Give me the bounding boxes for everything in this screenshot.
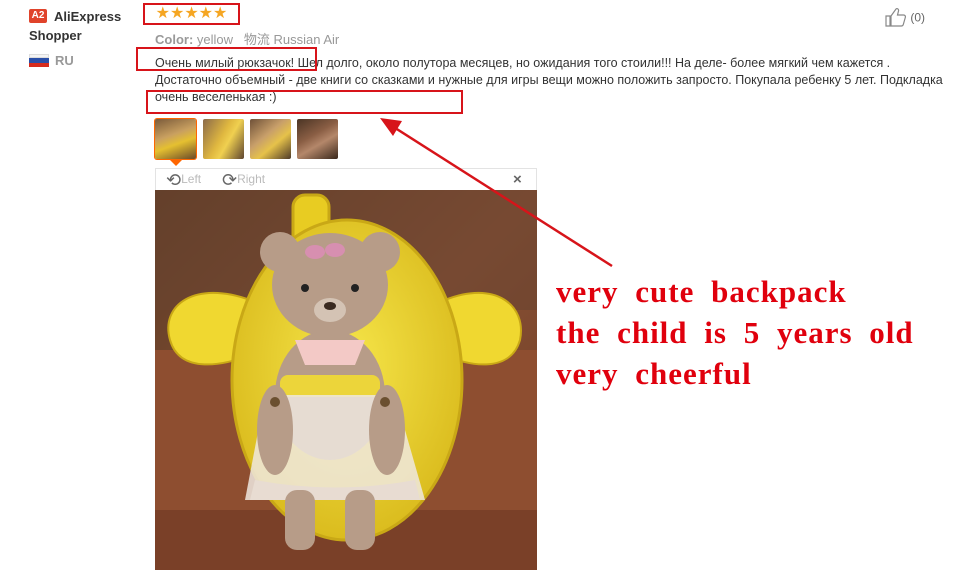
user-name: AliExpress Shopper <box>29 7 121 45</box>
product-attributes: Color: yellow 物流 Russian Air <box>155 29 339 48</box>
rotate-left-button[interactable]: ⟲Left <box>166 170 201 189</box>
review-photo-thumb-3[interactable] <box>250 119 291 159</box>
helpful-count: (0) <box>910 10 926 25</box>
review-photo-thumb-4[interactable] <box>297 119 338 159</box>
star-rating: ★★★★★ <box>143 3 240 25</box>
color-value: yellow <box>196 32 234 47</box>
review-photo-thumb-1[interactable] <box>155 119 196 159</box>
user-name-line2: Shopper <box>29 28 82 43</box>
rotate-right-icon[interactable]: ⟳ <box>222 170 237 190</box>
color-label: Color: <box>155 32 194 47</box>
shipping-label: 物流 <box>243 32 270 47</box>
thumbs-up-icon[interactable] <box>885 7 907 30</box>
selected-thumb-indicator <box>170 160 182 166</box>
user-name-line1: AliExpress <box>54 9 122 24</box>
rotate-left-label[interactable]: Left <box>181 172 201 186</box>
review-photo-thumb-2[interactable] <box>203 119 244 159</box>
annotation-line-2: the child is 5 years old <box>556 315 914 350</box>
rotate-right-label[interactable]: Right <box>237 172 265 186</box>
highlight-box-child <box>146 90 463 114</box>
annotation-text: very cute backpack the child is 5 years … <box>556 271 914 394</box>
russia-flag-icon <box>29 54 49 67</box>
close-viewer-button[interactable]: × <box>513 171 522 188</box>
rotate-right-button[interactable]: ⟳Right <box>222 170 265 189</box>
shipping-value: Russian Air <box>273 32 340 47</box>
rotate-left-icon[interactable]: ⟲ <box>166 170 181 190</box>
review-photo <box>155 190 537 570</box>
highlight-box-cute <box>136 47 317 71</box>
annotation-line-3: very cheerful <box>556 356 752 391</box>
annotation-line-1: very cute backpack <box>556 274 847 309</box>
helpful-button[interactable]: (0) <box>885 7 925 30</box>
country-code: RU <box>55 53 74 68</box>
photo-viewer-toolbar <box>155 168 537 190</box>
